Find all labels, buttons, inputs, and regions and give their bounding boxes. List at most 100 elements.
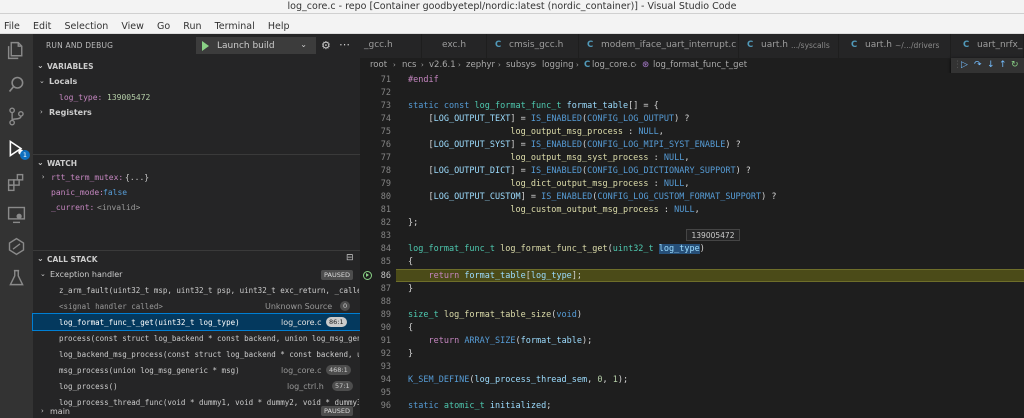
code-line: { [408,323,414,333]
sidebar-header: RUN AND DEBUG Launch build ⌄ ⚙ ⋯ [33,34,360,58]
code-line: [LOG_OUTPUT_SYST] = IS_ENABLED(CONFIG_LO… [408,140,741,150]
run-debug-icon[interactable]: 1 [6,138,30,160]
tab-exc-h[interactable]: exc.h [422,34,487,58]
code-line-current: return format_table[log_type]; [428,271,583,281]
code-line: } [408,349,414,359]
stack-frame[interactable]: msg_process(union log_msg_generic * msg)… [33,362,360,378]
code-line: log_dict_output_msg_process : NULL, [510,179,690,189]
menu-help[interactable]: Help [264,17,294,32]
watch-section-header[interactable]: ⌄ WATCH [33,155,360,171]
variables-section-header[interactable]: ⌄ VARIABLES [33,58,360,74]
code-line: static atomic_t initialized; [408,401,552,411]
launch-config-select[interactable]: Launch build ⌄ [196,37,316,54]
c-file-icon: C [584,60,591,70]
menu-selection[interactable]: Selection [61,17,113,32]
debug-toolbar: ⋮ ▷ ↷ ↓ ↑ ↻ [951,58,1024,74]
chevron-right-icon: › [41,173,46,181]
variable-value: 139005472 [107,93,151,102]
hover-tooltip: 139005472 [686,229,740,241]
c-file-icon: C [851,40,858,50]
restart-icon[interactable]: ↻ [1011,60,1019,70]
tab-gcc-h[interactable]: _gcc.h [360,34,422,58]
code-line: log_output_msg_syst_process : NULL, [510,153,690,163]
breadcrumb-item[interactable]: zephyr [466,60,495,70]
menu-go[interactable]: Go [153,17,174,32]
step-into-icon[interactable]: ↓ [987,60,995,70]
stack-frame[interactable]: log_process() log_ctrl.h 57:1 [33,378,360,394]
tab-uart-h-drivers[interactable]: C uart.h ~/.../drivers [839,34,951,58]
tab-uart-h-syscalls[interactable]: C uart.h .../syscalls [739,34,839,58]
editor-tabs: _gcc.h exc.h C cmsis_gcc.h C modem_iface… [360,34,1024,58]
remote-explorer-icon[interactable] [6,204,27,225]
code-line: { [408,257,414,267]
menu-terminal[interactable]: Terminal [211,17,259,32]
menu-view[interactable]: View [117,17,148,32]
chevron-down-icon: ⌄ [37,254,44,263]
code-line: [LOG_OUTPUT_CUSTOM] = IS_ENABLED(CONFIG_… [408,192,777,202]
code-line: log_custom_output_msg_process : NULL, [510,205,700,215]
stack-frame[interactable]: process(const struct log_backend * const… [33,330,360,346]
gear-icon[interactable]: ⚙ [321,39,331,52]
title-bar: log_core.c - repo [Container goodbyetepl… [0,0,1024,14]
chevron-right-icon: › [41,407,44,415]
code-line: } [408,284,414,294]
code-editor[interactable]: 139005472 71 #endif 72 73 static const l… [360,73,1024,418]
variable-name: log_type: [59,93,103,102]
collapse-all-icon[interactable]: ⊟ [346,253,354,263]
step-over-icon[interactable]: ↷ [974,60,982,70]
stack-frame-selected[interactable]: log_format_func_t_get(uint32_t log_type)… [32,313,361,331]
chevron-down-icon[interactable]: ⌄ [300,40,307,49]
nrf-connect-icon[interactable] [6,236,27,257]
variable-row[interactable]: log_type: 139005472 [33,90,360,105]
stack-frame[interactable]: <signal handler called> Unknown Source 0 [33,298,360,314]
code-line: static const log_format_func_t format_ta… [408,101,659,111]
chevron-down-icon: ⌄ [40,270,46,278]
breadcrumb-item[interactable]: logging [542,60,574,70]
continue-icon[interactable]: ▷ [961,60,968,70]
launch-config-label: Launch build [217,41,275,51]
extensions-icon[interactable] [6,172,27,193]
code-line: K_SEM_DEFINE(log_process_thread_sem, 0, … [408,375,629,385]
tab-uart-nrfx[interactable]: C uart_nrfx_ [951,34,1024,58]
breadcrumb-item[interactable]: root [370,60,387,70]
code-line: size_t log_format_table_size(void) [408,310,583,320]
registers-scope[interactable]: › Registers [33,105,360,120]
breadcrumb-item[interactable]: log_core.c [592,60,635,70]
chevron-right-icon: › [40,108,43,116]
breadcrumb-item[interactable]: log_format_func_t_get [653,60,747,70]
sidebar-title: RUN AND DEBUG [46,41,114,50]
menu-file[interactable]: File [0,17,24,32]
code-line: log_format_func_t log_format_func_t_get(… [408,244,705,254]
c-file-icon: C [587,40,594,50]
c-file-icon: C [495,40,502,50]
start-debugging-icon[interactable] [202,41,209,51]
menu-bar: File Edit Selection View Go Run Terminal… [0,14,1024,34]
thread-exception-handler[interactable]: ⌄ Exception handler PAUSED [33,267,360,282]
tab-cmsis-gcc-h[interactable]: C cmsis_gcc.h [487,34,579,58]
breadcrumb-item[interactable]: subsys [506,60,535,70]
explorer-icon[interactable] [6,40,27,61]
symbol-icon: ⊛ [642,60,650,70]
tab-modem-iface-uart-interrupt-c[interactable]: C modem_iface_uart_interrupt.c [579,34,739,58]
step-out-icon[interactable]: ↑ [999,60,1007,70]
watch-item[interactable]: › rtt_term_mutex: {...} [33,170,360,185]
search-icon[interactable] [6,74,27,95]
testing-icon[interactable] [6,268,27,289]
c-file-icon: C [747,40,754,50]
paused-badge: PAUSED [321,270,353,280]
watch-item[interactable]: _current: <invalid> [33,200,360,215]
stack-frame[interactable]: log_backend_msg_process(const struct log… [33,346,360,362]
more-actions-icon[interactable]: ⋯ [339,38,350,51]
menu-run[interactable]: Run [179,17,205,32]
thread-main[interactable]: › main PAUSED [33,401,360,417]
stack-frame[interactable]: z_arm_fault(uint32_t msp, uint32_t psp, … [33,282,360,298]
breadcrumb-item[interactable]: v2.6.1 [429,60,456,70]
menu-edit[interactable]: Edit [29,17,55,32]
activity-bar: 1 [0,34,33,418]
breadcrumb-item[interactable]: ncs [402,60,417,70]
source-control-icon[interactable] [6,106,27,127]
call-stack-section-header[interactable]: ⌄ CALL STACK ⊟ [33,251,360,267]
locals-scope[interactable]: ⌄ Locals [33,74,360,89]
watch-item[interactable]: panic_mode: false [33,185,360,200]
window-title: log_core.c - repo [Container goodbyetepl… [287,1,737,12]
